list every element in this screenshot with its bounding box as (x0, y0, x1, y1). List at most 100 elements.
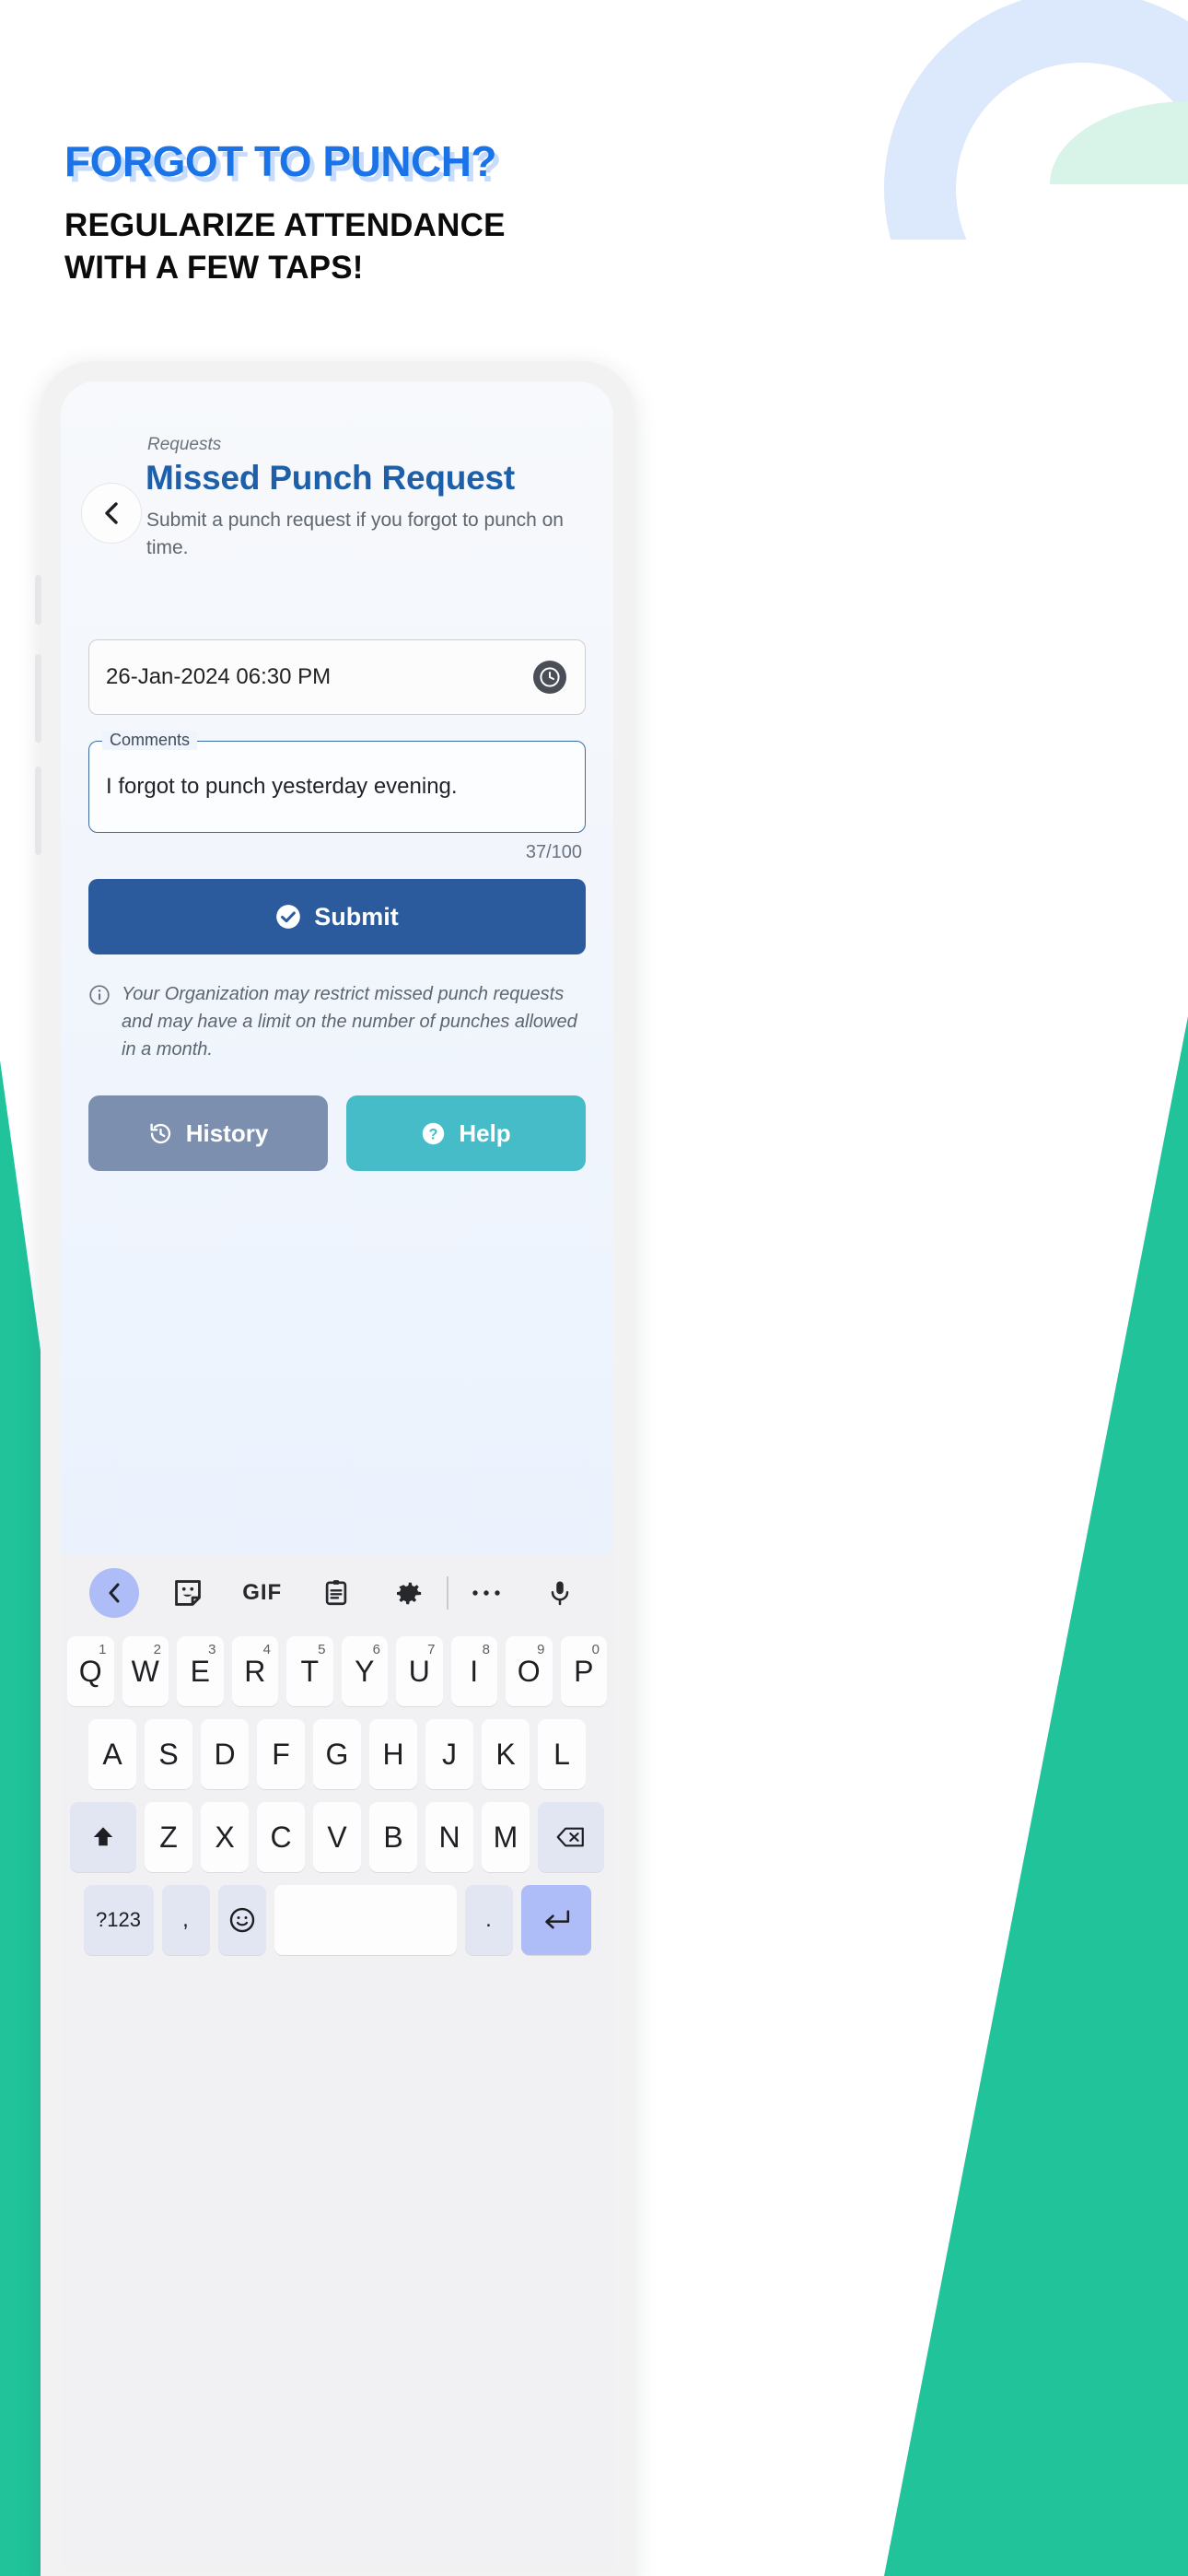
key-j[interactable]: J (425, 1719, 473, 1789)
gif-button[interactable]: GIF (226, 1580, 299, 1606)
phone-mockup: Requests Missed Punch Request Submit a p… (35, 361, 634, 2576)
key-q[interactable]: 1Q (67, 1636, 114, 1706)
key-u[interactable]: 7U (396, 1636, 443, 1706)
help-button-label: Help (459, 1118, 511, 1147)
emoji-smiley-icon (229, 1907, 254, 1933)
microphone-icon (551, 1581, 569, 1606)
backspace-key[interactable] (538, 1802, 604, 1872)
history-button-label: History (185, 1118, 269, 1147)
voice-input-button[interactable] (523, 1578, 597, 1608)
key-num: 5 (318, 1642, 326, 1657)
key-z[interactable]: Z (145, 1802, 192, 1872)
key-s[interactable]: S (145, 1719, 192, 1789)
key-v[interactable]: V (313, 1802, 361, 1872)
punch-datetime-value: 26-Jan-2024 06:30 PM (106, 664, 332, 689)
key-b[interactable]: B (369, 1802, 417, 1872)
keyboard-row-3: Z X C V B N M (67, 1802, 607, 1872)
period-key[interactable]: . (464, 1885, 513, 1955)
clock-icon[interactable] (533, 661, 566, 694)
key-num: 8 (482, 1642, 490, 1657)
app-header: Requests Missed Punch Request Submit a p… (61, 381, 613, 558)
key-label: Y (355, 1654, 375, 1688)
promo-screenshot: FORGOT TO PUNCH? REGULARIZE ATTENDANCE WI… (0, 0, 1188, 2576)
key-y[interactable]: 6Y (341, 1636, 388, 1706)
back-button[interactable] (81, 483, 142, 544)
key-num: 9 (537, 1642, 545, 1657)
key-label: W (131, 1654, 159, 1688)
submit-button-label: Submit (314, 902, 399, 931)
enter-key[interactable] (520, 1885, 591, 1955)
comments-input[interactable]: Comments I forgot to punch yesterday eve… (88, 731, 586, 833)
key-label: U (408, 1654, 430, 1688)
page-subtitle: Submit a punch request if you forgot to … (146, 509, 564, 559)
key-a[interactable]: A (88, 1719, 136, 1789)
key-label: E (190, 1654, 210, 1688)
key-w[interactable]: 2W (122, 1636, 169, 1706)
keyboard-back-button[interactable] (77, 1568, 151, 1618)
check-circle-icon (276, 905, 301, 929)
enter-return-icon (544, 1910, 569, 1929)
punch-datetime-input[interactable]: 26-Jan-2024 06:30 PM (88, 639, 586, 715)
promo-subheadline: REGULARIZE ATTENDANCE WITH A FEW TAPS! (64, 207, 506, 287)
key-num: 0 (591, 1642, 600, 1657)
key-k[interactable]: K (482, 1719, 530, 1789)
key-label: R (244, 1654, 266, 1688)
page-title: Missed Punch Request (146, 459, 516, 497)
breadcrumb: Requests (147, 435, 222, 454)
key-num: 7 (427, 1642, 436, 1657)
sticker-smiley-icon (175, 1580, 202, 1606)
phone-mute-button (35, 575, 41, 625)
key-l[interactable]: L (538, 1719, 586, 1789)
key-r[interactable]: 4R (231, 1636, 278, 1706)
numeric-key[interactable]: ?123 (83, 1885, 154, 1955)
shift-key[interactable] (70, 1802, 136, 1872)
promo-headline: FORGOT TO PUNCH? (64, 137, 497, 185)
key-f[interactable]: F (257, 1719, 305, 1789)
keyboard-row-2: A S D F G H J K L (67, 1719, 607, 1789)
key-d[interactable]: D (201, 1719, 249, 1789)
phone-screen: Requests Missed Punch Request Submit a p… (61, 381, 613, 2570)
chevron-left-icon (105, 502, 118, 524)
key-label: I (470, 1654, 479, 1688)
key-num: 3 (208, 1642, 216, 1657)
emoji-key[interactable] (217, 1885, 266, 1955)
history-button[interactable]: History (88, 1095, 328, 1171)
clipboard-button[interactable] (299, 1578, 373, 1608)
key-i[interactable]: 8I (450, 1636, 497, 1706)
gear-icon (397, 1582, 422, 1605)
comments-value: I forgot to punch yesterday evening. (106, 774, 458, 799)
key-num: 6 (372, 1642, 380, 1657)
back-chevron-icon (89, 1568, 140, 1618)
help-button[interactable]: ? Help (346, 1095, 586, 1171)
key-h[interactable]: H (369, 1719, 417, 1789)
comma-key[interactable]: , (161, 1885, 210, 1955)
history-clock-icon (150, 1123, 170, 1143)
info-circle-icon (89, 985, 110, 1005)
key-n[interactable]: N (425, 1802, 473, 1872)
keyboard-row-1: 1Q 2W 3E 4R 5T 6Y 7U 8I 9O 0P (67, 1636, 607, 1706)
key-label: P (574, 1654, 594, 1688)
more-options-button[interactable] (448, 1587, 522, 1598)
sticker-button[interactable] (151, 1577, 225, 1609)
keyboard-settings-button[interactable] (373, 1578, 447, 1608)
keyboard-key-rows: 1Q 2W 3E 4R 5T 6Y 7U 8I 9O 0P A S D F G … (61, 1631, 613, 1955)
decorative-teal-right (884, 881, 1188, 2576)
secondary-action-row: History ? Help (88, 1095, 586, 1171)
character-counter: 37/100 (525, 842, 582, 862)
key-p[interactable]: 0P (560, 1636, 607, 1706)
key-t[interactable]: 5T (286, 1636, 333, 1706)
svg-text:?: ? (429, 1126, 438, 1142)
submit-button[interactable]: Submit (88, 879, 586, 954)
keyboard-toolbar: GIF (61, 1555, 613, 1631)
key-c[interactable]: C (257, 1802, 305, 1872)
key-o[interactable]: 9O (506, 1636, 553, 1706)
key-e[interactable]: 3E (177, 1636, 224, 1706)
shift-up-arrow-icon (93, 1827, 113, 1846)
key-num: 4 (262, 1642, 271, 1657)
key-m[interactable]: M (482, 1802, 530, 1872)
key-g[interactable]: G (313, 1719, 361, 1789)
space-key[interactable] (274, 1885, 457, 1955)
more-dots-icon (472, 1590, 500, 1596)
phone-volume-up-button (35, 654, 41, 743)
key-x[interactable]: X (201, 1802, 249, 1872)
